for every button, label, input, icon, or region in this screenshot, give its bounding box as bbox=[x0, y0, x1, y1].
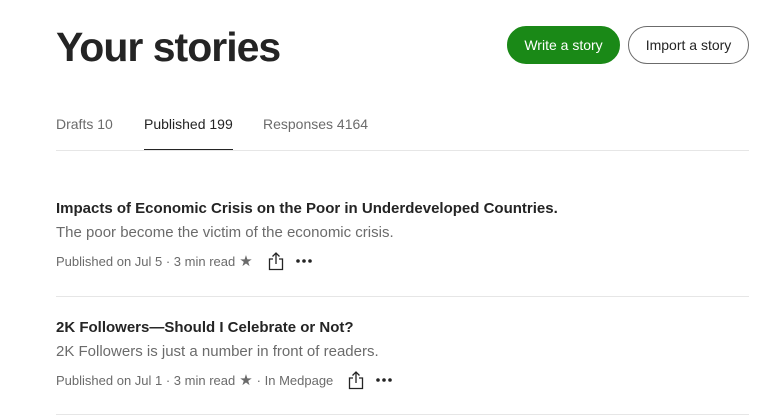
tab-responses[interactable]: Responses 4164 bbox=[263, 113, 368, 149]
star-icon: ★ bbox=[239, 252, 253, 270]
story-subtitle: The poor become the victim of the econom… bbox=[56, 224, 394, 241]
story-title[interactable]: Impacts of Economic Crisis on the Poor i… bbox=[56, 196, 749, 222]
tab-published[interactable]: Published 199 bbox=[144, 113, 233, 150]
story-item: 2K Followers—Should I Celebrate or Not? … bbox=[56, 315, 749, 415]
import-story-button[interactable]: Import a story bbox=[628, 26, 749, 64]
more-icon[interactable] bbox=[375, 377, 393, 383]
story-meta: Published on Jul 5 · 3 min read ★ bbox=[56, 250, 749, 272]
story-published-info: Published on Jul 5 · 3 min read bbox=[56, 253, 236, 269]
page-title: Your stories bbox=[56, 24, 281, 70]
story-item: Impacts of Economic Crisis on the Poor i… bbox=[56, 196, 749, 297]
share-icon[interactable] bbox=[347, 370, 365, 390]
tab-drafts[interactable]: Drafts 10 bbox=[56, 113, 113, 149]
write-story-button[interactable]: Write a story bbox=[507, 26, 620, 64]
star-icon: ★ bbox=[239, 371, 253, 389]
share-icon[interactable] bbox=[267, 251, 285, 271]
story-publication[interactable]: · In Medpage bbox=[257, 373, 334, 388]
story-published-info: Published on Jul 1 · 3 min read bbox=[56, 372, 236, 388]
story-subtitle: 2K Followers is just a number in front o… bbox=[56, 343, 379, 360]
story-meta: Published on Jul 1 · 3 min read ★ · In M… bbox=[56, 369, 749, 391]
story-tabs: Drafts 10 Published 199 Responses 4164 bbox=[56, 113, 749, 151]
story-title[interactable]: 2K Followers—Should I Celebrate or Not? bbox=[56, 315, 749, 341]
more-icon[interactable] bbox=[295, 258, 313, 264]
